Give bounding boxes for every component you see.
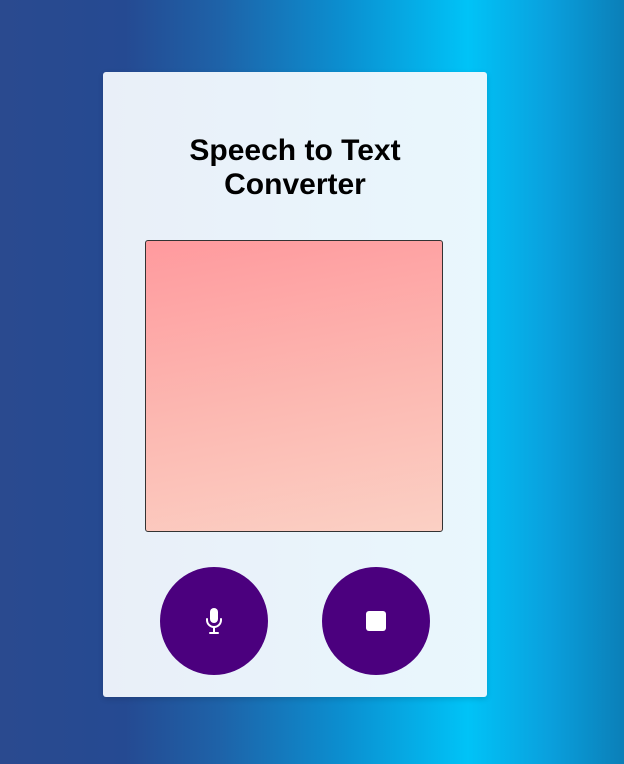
stop-recording-button[interactable] <box>322 567 430 675</box>
microphone-icon <box>204 607 224 635</box>
converter-card: Speech to Text Converter <box>103 72 487 697</box>
transcript-textarea[interactable] <box>145 240 443 532</box>
start-recording-button[interactable] <box>160 567 268 675</box>
page-title: Speech to Text Converter <box>189 134 401 201</box>
stop-icon <box>365 610 387 632</box>
